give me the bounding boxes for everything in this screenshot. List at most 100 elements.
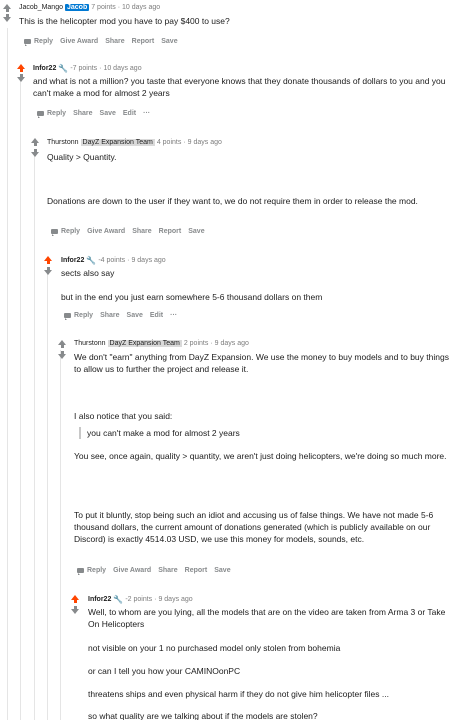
timestamp[interactable]: · 9 days ago	[183, 139, 222, 146]
downvote-icon[interactable]	[57, 351, 67, 359]
comment-text: not visible on your 1 no purchased model…	[88, 643, 341, 653]
more-options-icon[interactable]: ···	[143, 110, 150, 117]
comment-actions: Reply Share Save Edit ···	[64, 312, 177, 320]
comment-meta: Infor22 🔧 -7 points · 10 days ago	[33, 64, 142, 73]
vote-controls	[57, 351, 67, 359]
downvote-icon[interactable]	[70, 606, 80, 614]
give-award-button[interactable]: Give Award	[60, 38, 98, 45]
author-link[interactable]: Infor22	[88, 596, 111, 603]
comment-body: This is the helicopter mod you have to p…	[19, 15, 459, 27]
comment-actions: Reply Give Award Share Report Save	[77, 567, 231, 575]
vote-controls	[2, 14, 12, 22]
block-quote: you can't make a mod for almost 2 years	[79, 427, 449, 439]
chat-icon	[51, 229, 58, 236]
author-link[interactable]: Jacob_Mango	[19, 4, 63, 11]
comment-body: You see, once again, quality > quantity,…	[74, 450, 449, 462]
points: 7 points	[91, 4, 116, 11]
save-button[interactable]: Save	[100, 110, 116, 117]
give-award-button[interactable]: Give Award	[113, 567, 151, 574]
comment-body: sects also say	[61, 267, 461, 279]
author-link[interactable]: Thurstonn	[74, 340, 106, 347]
reply-button[interactable]: Reply	[24, 38, 53, 46]
save-button[interactable]: Save	[127, 312, 143, 319]
thread-line[interactable]	[60, 350, 61, 720]
report-button[interactable]: Report	[185, 567, 208, 574]
give-award-button[interactable]: Give Award	[87, 228, 125, 235]
report-button[interactable]: Report	[159, 228, 182, 235]
reply-button[interactable]: Reply	[64, 312, 93, 320]
author-link[interactable]: Infor22	[33, 65, 56, 72]
comment-meta: Thurstonn DayZ Expansion Team 4 points ·…	[47, 139, 222, 146]
timestamp[interactable]: · 10 days ago	[99, 65, 141, 72]
comment-body: or can I tell you how your CAMINOonPC	[88, 665, 458, 677]
points: -4 points	[98, 257, 126, 264]
comment-text: but in the end you just earn somewhere 5…	[61, 292, 323, 302]
comment-actions: Reply Give Award Share Report Save	[24, 38, 178, 46]
author-link[interactable]: Infor22	[61, 257, 84, 264]
chat-icon	[77, 568, 84, 575]
comment-meta: Thurstonn DayZ Expansion Team 2 points ·…	[74, 340, 249, 347]
timestamp[interactable]: · 9 days ago	[154, 596, 193, 603]
upvote-icon[interactable]	[43, 256, 53, 264]
thread-line[interactable]	[7, 28, 8, 720]
thread-line[interactable]	[20, 78, 21, 720]
comment-meta: Infor22 🔧 -4 points · 9 days ago	[61, 256, 166, 265]
share-button[interactable]: Share	[73, 110, 92, 117]
comment-text: We don't "earn" anything from DayZ Expan…	[74, 352, 449, 374]
save-button[interactable]: Save	[161, 38, 177, 45]
edit-button[interactable]: Edit	[123, 110, 136, 117]
share-button[interactable]: Share	[132, 228, 151, 235]
thread-line[interactable]	[47, 268, 48, 720]
vote-controls	[16, 74, 26, 82]
upvote-icon[interactable]	[57, 340, 67, 348]
upvote-icon[interactable]	[70, 595, 80, 603]
more-options-icon[interactable]: ···	[170, 312, 177, 319]
timestamp[interactable]: · 9 days ago	[210, 340, 249, 347]
comment-text: This is the helicopter mod you have to p…	[19, 16, 230, 26]
edit-button[interactable]: Edit	[150, 312, 163, 319]
upvote-icon[interactable]	[2, 4, 12, 12]
reply-button[interactable]: Reply	[37, 110, 66, 118]
thread-line[interactable]	[34, 155, 35, 720]
upvote-icon[interactable]	[30, 138, 40, 146]
downvote-icon[interactable]	[30, 149, 40, 157]
comment-text: Well, to whom are you lying, all the mod…	[88, 607, 446, 629]
vote-controls	[43, 256, 53, 264]
save-button[interactable]: Save	[214, 567, 230, 574]
comment-text: threatens ships and even physical harm i…	[88, 689, 389, 699]
comment-body: so what quality are we talking about if …	[88, 710, 458, 720]
share-button[interactable]: Share	[100, 312, 119, 319]
timestamp[interactable]: · 9 days ago	[127, 257, 166, 264]
user-flair: DayZ Expansion Team	[80, 139, 155, 146]
points: 4 points	[156, 139, 182, 146]
comment-text: Quality > Quantity.	[47, 152, 117, 162]
comment-body: Donations are down to the user if they w…	[47, 195, 447, 207]
reply-button[interactable]: Reply	[77, 567, 106, 575]
reply-button[interactable]: Reply	[51, 228, 80, 236]
comment-meta: Infor22 🔧 -2 points · 9 days ago	[88, 595, 193, 604]
vote-controls	[2, 4, 12, 12]
downvote-icon[interactable]	[2, 14, 12, 22]
points: -7 points	[70, 65, 98, 72]
share-button[interactable]: Share	[158, 567, 177, 574]
downvote-icon[interactable]	[16, 74, 26, 82]
vote-controls	[16, 64, 26, 72]
author-link[interactable]: Thurstonn	[47, 139, 79, 146]
chat-icon	[24, 39, 31, 46]
vote-controls	[57, 340, 67, 348]
save-button[interactable]: Save	[188, 228, 204, 235]
share-button[interactable]: Share	[105, 38, 124, 45]
downvote-icon[interactable]	[43, 267, 53, 275]
comment-body: not visible on your 1 no purchased model…	[88, 642, 458, 654]
comment-text: Donations are down to the user if they w…	[47, 196, 418, 206]
comment-meta: Jacob_Mango Jacob 7 points · 10 days ago	[19, 4, 160, 11]
comment-body: and what is not a million? you taste tha…	[33, 75, 461, 99]
upvote-icon[interactable]	[16, 64, 26, 72]
chat-icon	[37, 111, 44, 118]
comment-text: sects also say	[61, 268, 115, 278]
comment-body: Well, to whom are you lying, all the mod…	[88, 606, 458, 630]
comment-body: you can't make a mod for almost 2 years	[79, 427, 449, 439]
report-button[interactable]: Report	[132, 38, 155, 45]
vote-controls	[43, 267, 53, 275]
timestamp[interactable]: · 10 days ago	[118, 4, 160, 11]
